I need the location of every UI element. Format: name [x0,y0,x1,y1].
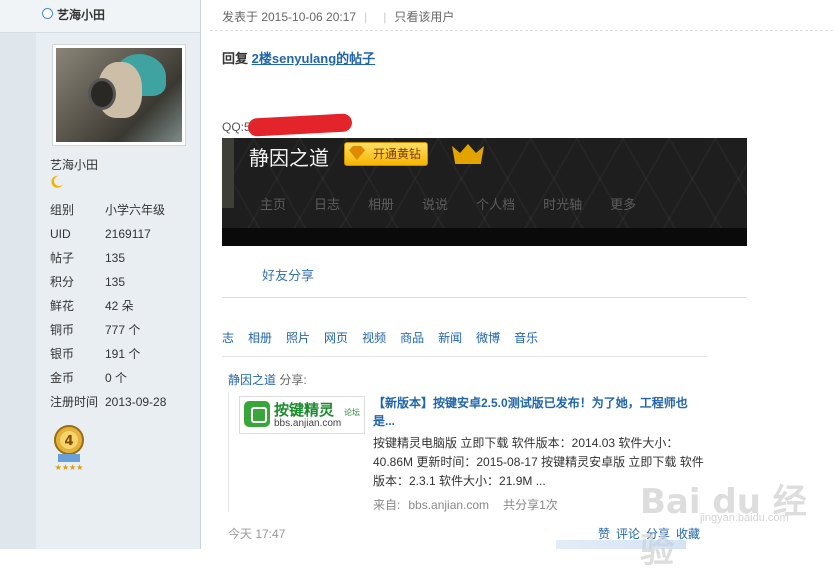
post-meta: 发表于 2015-10-06 20:17 | | 只看该用户 [222,10,455,24]
stat-row: 金币 0 个 [50,371,128,385]
logo-url: bbs.anjian.com [274,418,342,429]
tab-item[interactable]: 新闻 [438,329,462,346]
qzone-nav: 主页 日志 相册 说说 个人档 时光轴 更多 [260,194,664,213]
share-card: 按键精灵 论坛 bbs.anjian.com 【新版本】按键安卓2.5.0测试版… [228,392,709,512]
source-label: 来自: [373,498,401,512]
anjian-logo-icon [244,401,270,427]
qzone-nav-item[interactable]: 更多 [610,194,636,213]
tab-item[interactable]: 网页 [324,329,348,346]
divider [222,297,747,298]
share-title-link[interactable]: 【新版本】按键安卓2.5.0测试版已发布！为了她，工程师也是... [373,394,703,430]
online-status-icon [42,8,53,19]
tab-item[interactable]: 微博 [476,329,500,346]
share-count: 共分享1次 [503,498,558,512]
qzone-nav-item[interactable]: 相册 [368,194,394,213]
share-source: 来自: bbs.anjian.com 共分享1次 [373,496,558,513]
stat-row: 注册时间 2013-09-28 [50,395,167,409]
stat-row: 积分 135 [50,275,126,289]
share-time: 今天 17:47 [228,527,286,541]
svg-text:★★★★: ★★★★ [55,463,84,472]
baidu-watermark-url: jingyan.baidu.com [700,512,789,524]
qzone-title[interactable]: 静因之道 [249,142,329,171]
tab-item[interactable]: 音乐 [514,329,538,346]
qzone-nav-item[interactable]: 时光轴 [543,194,582,213]
redaction-mark [247,113,353,137]
category-tabs: 志 相册 照片 网页 视频 商品 新闻 微博 音乐 [222,329,552,346]
bottom-decoration [556,540,686,549]
divider [222,356,707,357]
only-this-user-link[interactable]: 只看该用户 [394,10,454,24]
tab-item[interactable]: 视频 [362,329,386,346]
reply-line: 回复 2楼senyulang的帖子 [222,48,375,67]
reply-prefix: 回复 [222,51,249,66]
logo-brand: 按键精灵 [274,402,335,419]
stat-row: 铜币 777 个 [50,323,141,337]
anjian-logo[interactable]: 按键精灵 论坛 bbs.anjian.com [239,396,365,434]
sharer-link[interactable]: 静因之道 [228,373,276,387]
friend-share-link[interactable]: 好友分享 [262,265,314,284]
qzone-nav-item[interactable]: 主页 [260,194,286,213]
diamond-icon [349,146,365,160]
tab-item[interactable]: 相册 [248,329,272,346]
svg-text:4: 4 [64,434,73,449]
stat-row: 鲜花 42 朵 [50,299,134,313]
tab-item[interactable]: 照片 [286,329,310,346]
stat-row: UID 2169117 [50,227,151,241]
moon-level-icon [51,175,63,188]
stat-row: 组别 小学六年级 [50,203,166,217]
tab-item[interactable]: 志 [222,329,234,346]
share-action: 分享: [279,373,307,387]
medal-badge-icon: 4 ★★★★ [54,425,84,472]
qzone-nav-item[interactable]: 日志 [314,194,340,213]
source-domain-link[interactable]: bbs.anjian.com [408,498,489,512]
open-vip-label: 开通黄钻 [373,147,422,161]
divider [210,30,833,32]
avatar-image [56,48,182,142]
stat-row: 银币 191 个 [50,347,141,361]
reply-target-link[interactable]: 2楼senyulang的帖子 [252,51,376,66]
username[interactable]: 艺海小田 [50,156,98,173]
qzone-nav-item[interactable]: 说说 [422,194,448,213]
user-panel: 艺海小田 艺海小田 组别 小学六年级 UID 2169117 帖子 135 积分 135… [0,0,201,549]
share-header: 静因之道 分享: [228,371,307,388]
username-header[interactable]: 艺海小田 [57,6,105,23]
sidebar-strip [0,0,36,549]
logo-forum: 论坛 [344,408,360,417]
open-vip-button[interactable]: 开通黄钻 [344,142,429,166]
stat-row: 帖子 135 [50,251,126,265]
qzone-nav-item[interactable]: 个人档 [476,194,515,213]
tab-item[interactable]: 商品 [400,329,424,346]
avatar[interactable] [52,44,186,146]
user-stats: 组别 小学六年级 UID 2169117 帖子 135 积分 135 鲜花 42 朵 铜币… [50,198,198,414]
post-time: 发表于 2015-10-06 20:17 [222,10,357,24]
qzone-banner: 静因之道 开通黄钻 主页 日志 相册 说说 个人档 时光轴 更多 [222,138,747,246]
